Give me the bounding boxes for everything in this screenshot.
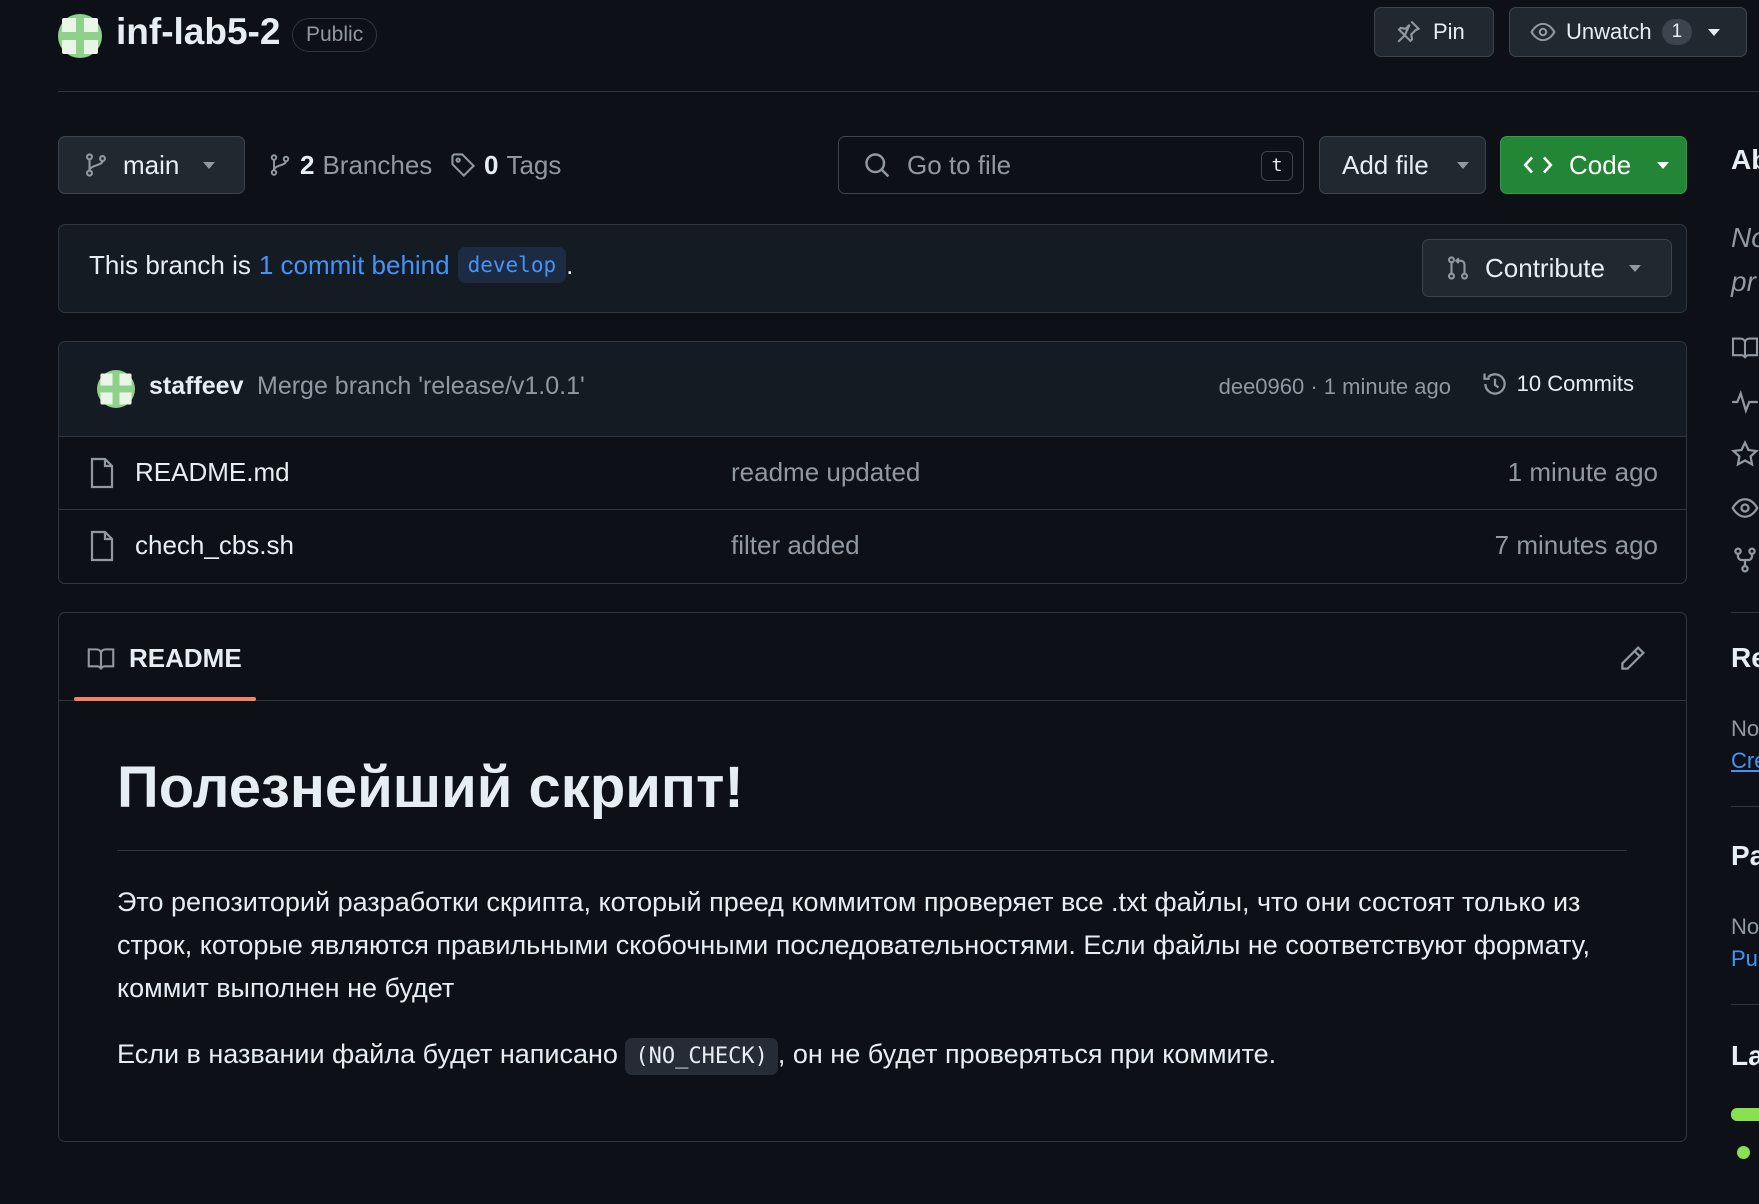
commit-author[interactable]: staffeev [149, 372, 244, 401]
activity-icon[interactable] [1731, 390, 1759, 414]
code-icon [1523, 153, 1553, 177]
pin-icon [1395, 19, 1421, 45]
file-browser: staffeev Merge branch 'release/v1.0.1' d… [58, 341, 1687, 584]
repo-name[interactable]: inf-lab5-2 [116, 8, 280, 56]
commit-meta[interactable]: dee0960 · 1 minute ago [1219, 374, 1451, 400]
sidebar-divider [1731, 1004, 1759, 1005]
tags-link[interactable]: 0 Tags [450, 136, 561, 194]
pin-button[interactable]: Pin [1374, 7, 1494, 57]
readme-text: Если в названии файла будет написано [117, 1039, 618, 1069]
readme-tab-label: README [129, 643, 242, 673]
branches-link[interactable]: 2 Branches [268, 136, 432, 194]
readme-text: , он не будет проверяться при коммите. [777, 1039, 1277, 1069]
search-placeholder: Go to file [907, 149, 1012, 180]
table-row[interactable]: README.md readme updated 1 minute ago [59, 437, 1686, 510]
tags-label: Tags [506, 149, 562, 180]
code-label: Code [1569, 149, 1632, 180]
branches-count: 2 [300, 149, 315, 180]
publish-package-link[interactable]: Pul [1731, 946, 1759, 972]
file-icon [89, 457, 115, 489]
pencil-icon[interactable] [1618, 645, 1646, 673]
book-icon [87, 646, 115, 672]
avatar[interactable] [97, 370, 135, 408]
target-branch-pill[interactable]: develop [457, 247, 567, 283]
sidebar-divider [1731, 806, 1759, 807]
pin-label: Pin [1433, 19, 1465, 44]
fork-icon[interactable] [1731, 546, 1759, 574]
packages-heading[interactable]: Pa [1731, 840, 1759, 872]
chevron-down-icon [1657, 161, 1670, 169]
readme-header: README [59, 613, 1686, 701]
readme-paragraph-1: Это репозиторий разработки скрипта, кото… [117, 887, 1590, 1003]
code-button[interactable]: Code [1500, 136, 1687, 194]
contribute-label: Contribute [1485, 252, 1605, 283]
file-commit-message[interactable]: readme updated [731, 457, 920, 488]
visibility-badge: Public [292, 18, 378, 52]
repo-owner-avatar[interactable] [58, 14, 102, 58]
pull-request-icon [1445, 255, 1471, 281]
chevron-down-icon [1628, 264, 1641, 272]
watch-counter: 1 [1661, 19, 1693, 45]
search-icon [863, 151, 891, 179]
tag-icon [450, 152, 476, 178]
branch-icon [83, 152, 109, 178]
notice-suffix: . [566, 249, 574, 280]
commit-message[interactable]: Merge branch 'release/v1.0.1' [257, 372, 585, 401]
book-icon[interactable] [1731, 336, 1759, 360]
releases-heading[interactable]: Re [1731, 642, 1759, 674]
eye-icon [1530, 19, 1556, 45]
file-commit-time: 1 minute ago [1507, 457, 1658, 487]
sidebar-divider [1731, 612, 1759, 613]
tags-count: 0 [484, 149, 499, 180]
chevron-down-icon [203, 161, 216, 169]
file-name[interactable]: README.md [135, 457, 290, 488]
add-file-label: Add file [1342, 149, 1429, 180]
unwatch-label: Unwatch [1566, 19, 1652, 44]
tab-readme[interactable]: README [87, 643, 242, 674]
file-commit-time: 7 minutes ago [1494, 530, 1658, 560]
table-row[interactable]: chech_cbs.sh filter added 7 minutes ago [59, 510, 1686, 583]
about-description: pr [1731, 266, 1756, 297]
about-heading: Ab [1731, 144, 1759, 175]
unwatch-button[interactable]: Unwatch 1 [1509, 7, 1747, 57]
branch-name: main [123, 149, 180, 180]
file-commit-message[interactable]: filter added [731, 530, 860, 561]
file-icon [89, 530, 115, 562]
language-dot [1737, 1146, 1750, 1159]
readme-heading: Полезнейший скрипт! [117, 755, 744, 820]
commits-count-label: 10 Commits [1516, 371, 1634, 396]
branch-icon [268, 153, 292, 177]
create-release-link[interactable]: Cre [1731, 748, 1759, 774]
go-to-file-input[interactable]: Go to file t [838, 136, 1304, 194]
commits-history-link[interactable]: 10 Commits [1481, 370, 1634, 398]
branch-status-notice: This branch is 1 commit behind develop .… [58, 224, 1687, 313]
file-name[interactable]: chech_cbs.sh [135, 530, 294, 561]
releases-empty-text: No [1731, 716, 1759, 741]
chevron-down-icon [1708, 28, 1721, 36]
readme-panel: README Полезнейший скрипт! Это репозитор… [58, 612, 1687, 1142]
chevron-down-icon [1456, 161, 1469, 169]
inline-code: (NO_CHECK) [625, 1038, 778, 1075]
star-icon[interactable] [1731, 440, 1759, 468]
branch-selector[interactable]: main [58, 136, 245, 194]
search-shortcut-key: t [1261, 151, 1293, 181]
readme-paragraph-2: Если в названии файла будет написано (NO… [117, 1033, 1627, 1078]
packages-empty-text: No [1731, 914, 1759, 939]
header-divider [58, 91, 1759, 92]
eye-icon[interactable] [1731, 494, 1759, 522]
readme-divider [117, 850, 1627, 851]
branch-status-text: This branch is 1 commit behind develop . [89, 247, 573, 283]
add-file-button[interactable]: Add file [1319, 136, 1486, 194]
branches-label: Branches [322, 149, 433, 180]
about-description: No [1731, 222, 1759, 253]
latest-commit-row: staffeev Merge branch 'release/v1.0.1' d… [59, 342, 1686, 437]
contribute-button[interactable]: Contribute [1422, 239, 1672, 297]
languages-heading: La [1731, 1040, 1759, 1071]
commits-behind-link[interactable]: 1 commit behind [259, 250, 450, 281]
history-icon [1481, 370, 1509, 398]
language-bar [1731, 1108, 1759, 1121]
active-tab-indicator [74, 697, 256, 701]
notice-prefix: This branch is [89, 249, 251, 280]
